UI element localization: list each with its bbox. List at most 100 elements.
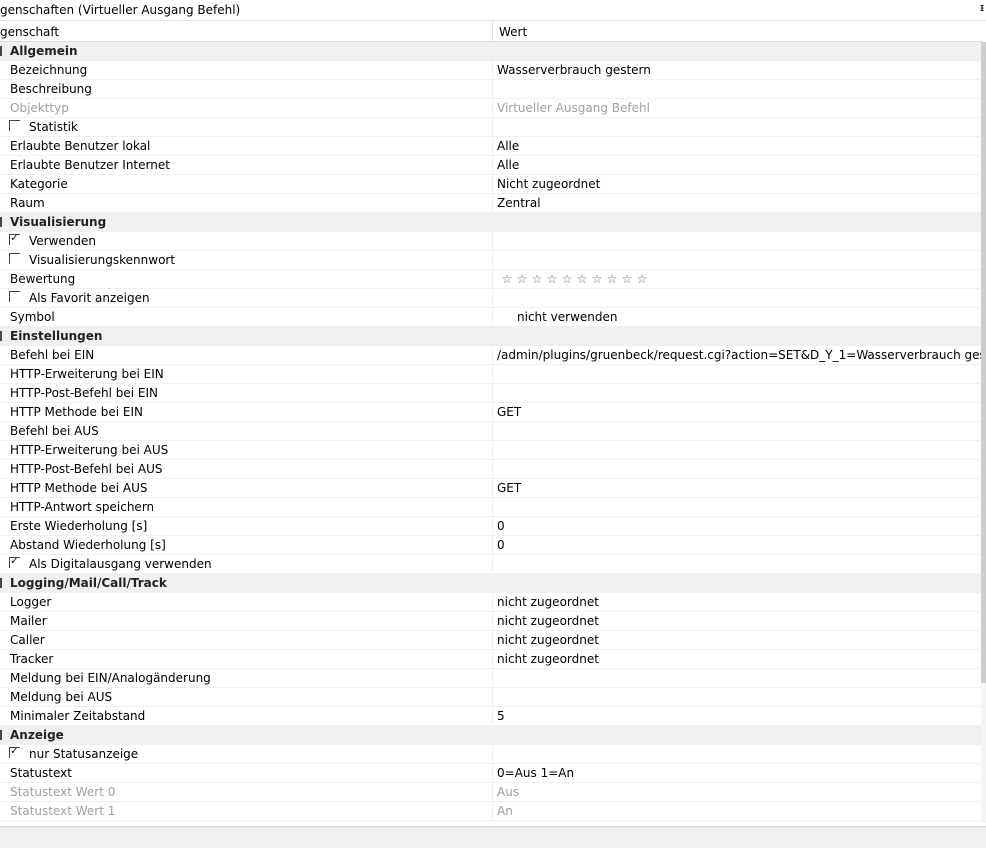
- star-icon[interactable]: ☆: [620, 271, 634, 287]
- property-value[interactable]: An: [497, 804, 513, 818]
- property-row[interactable]: HTTP Methode bei AUS GET: [0, 479, 981, 498]
- property-value[interactable]: nicht zugeordnet: [497, 633, 599, 647]
- property-row[interactable]: Tracker nicht zugeordnet: [0, 650, 981, 669]
- property-row[interactable]: Objekttyp Virtueller Ausgang Befehl: [0, 99, 981, 118]
- property-row[interactable]: Befehl bei EIN/admin/plugins/gruenbeck/r…: [0, 346, 986, 365]
- star-icon[interactable]: ☆: [575, 271, 589, 287]
- category-label: Allgemein: [10, 44, 78, 58]
- checkbox[interactable]: ✓: [9, 554, 20, 568]
- property-name: Erlaubte Benutzer lokal: [10, 139, 151, 153]
- property-name: Raum: [10, 196, 45, 210]
- property-value[interactable]: 0=Aus 1=An: [497, 766, 574, 780]
- property-row[interactable]: Kategorie Nicht zugeordnet: [0, 175, 981, 194]
- property-value[interactable]: Nicht zugeordnet: [497, 177, 600, 191]
- property-row[interactable]: Raum Zentral: [0, 194, 981, 213]
- property-row[interactable]: HTTP-Erweiterung bei EIN: [0, 365, 981, 384]
- property-row[interactable]: Statustext Wert 1 An: [0, 802, 981, 821]
- checkbox[interactable]: [9, 120, 20, 131]
- property-row[interactable]: Beschreibung: [0, 80, 981, 99]
- collapse-toggle-icon[interactable]: [0, 730, 2, 740]
- property-row[interactable]: Symbol nicht verwenden: [0, 308, 981, 327]
- property-value[interactable]: 0: [497, 519, 505, 533]
- property-row[interactable]: ✓ Verwenden: [0, 231, 981, 251]
- property-value[interactable]: nicht zugeordnet: [497, 652, 599, 666]
- column-header-value[interactable]: Wert: [499, 25, 527, 39]
- column-header-property[interactable]: genschaft: [0, 25, 59, 39]
- property-value[interactable]: nicht verwenden: [517, 310, 618, 324]
- star-icon[interactable]: ☆: [605, 271, 619, 287]
- property-name: Caller: [10, 633, 45, 647]
- category-row[interactable]: Visualisierung: [0, 213, 981, 232]
- collapse-toggle-icon[interactable]: [0, 217, 2, 227]
- property-row[interactable]: Statistik: [0, 118, 981, 137]
- property-row[interactable]: Bezeichnung Wasserverbrauch gestern: [0, 61, 981, 80]
- checkbox[interactable]: [9, 291, 20, 302]
- column-separator[interactable]: [492, 21, 493, 41]
- collapse-toggle-icon[interactable]: [0, 578, 2, 588]
- property-value[interactable]: nicht zugeordnet: [497, 595, 599, 609]
- category-row[interactable]: Anzeige: [0, 726, 981, 745]
- property-row[interactable]: Abstand Wiederholung [s] 0: [0, 536, 981, 555]
- column-divider: [492, 612, 493, 631]
- property-value[interactable]: GET: [497, 405, 521, 419]
- property-name: Bezeichnung: [10, 63, 88, 77]
- property-row[interactable]: Erlaubte Benutzer Internet Alle: [0, 156, 981, 175]
- property-value[interactable]: nicht zugeordnet: [497, 614, 599, 628]
- star-icon[interactable]: ☆: [560, 271, 574, 287]
- star-icon[interactable]: ☆: [500, 271, 514, 287]
- collapse-toggle-icon[interactable]: [0, 46, 2, 56]
- checkbox[interactable]: ✓: [9, 744, 20, 758]
- property-row[interactable]: Erste Wiederholung [s] 0: [0, 517, 981, 536]
- rating-stars[interactable]: ☆ ☆ ☆ ☆ ☆ ☆ ☆ ☆ ☆ ☆: [500, 271, 649, 287]
- category-row[interactable]: Allgemein: [0, 42, 981, 61]
- property-name: Kategorie: [10, 177, 68, 191]
- star-icon[interactable]: ☆: [515, 271, 529, 287]
- category-row[interactable]: Logging/Mail/Call/Track: [0, 574, 981, 593]
- pin-icon[interactable]: ᵻ: [980, 2, 986, 14]
- property-row[interactable]: Meldung bei EIN/Analogänderung: [0, 669, 981, 688]
- property-row[interactable]: HTTP Methode bei EIN GET: [0, 403, 981, 422]
- property-row[interactable]: HTTP-Erweiterung bei AUS: [0, 441, 981, 460]
- property-value[interactable]: GET: [497, 481, 521, 495]
- category-row[interactable]: Einstellungen: [0, 327, 981, 346]
- property-row[interactable]: Bewertung ☆ ☆ ☆ ☆ ☆ ☆ ☆ ☆ ☆ ☆: [0, 270, 981, 289]
- property-value[interactable]: Virtueller Ausgang Befehl: [497, 101, 650, 115]
- property-row[interactable]: ✓ Als Digitalausgang verwenden: [0, 554, 981, 574]
- property-row[interactable]: ✓ nur Statusanzeige: [0, 744, 981, 764]
- star-icon[interactable]: ☆: [635, 271, 649, 287]
- star-icon[interactable]: ☆: [545, 271, 559, 287]
- column-divider: [492, 517, 493, 536]
- star-icon[interactable]: ☆: [530, 271, 544, 287]
- property-row[interactable]: Statustext 0=Aus 1=An: [0, 764, 981, 783]
- property-value[interactable]: Wasserverbrauch gestern: [497, 63, 651, 77]
- checkbox[interactable]: [9, 253, 20, 264]
- property-value[interactable]: 5: [497, 709, 505, 723]
- checkbox[interactable]: ✓: [9, 231, 20, 245]
- bottom-panel: [0, 826, 986, 848]
- property-row[interactable]: Caller nicht zugeordnet: [0, 631, 981, 650]
- property-value[interactable]: Aus: [497, 785, 519, 799]
- property-row[interactable]: HTTP-Post-Befehl bei AUS: [0, 460, 981, 479]
- property-row[interactable]: Meldung bei AUS: [0, 688, 981, 707]
- scrollbar-thumb[interactable]: [981, 42, 986, 683]
- property-row[interactable]: HTTP-Antwort speichern: [0, 498, 981, 517]
- property-row[interactable]: Visualisierungskennwort: [0, 251, 981, 270]
- property-row[interactable]: Erlaubte Benutzer lokal Alle: [0, 137, 981, 156]
- property-row[interactable]: Als Favorit anzeigen: [0, 289, 981, 308]
- property-row[interactable]: Minimaler Zeitabstand 5: [0, 707, 981, 726]
- star-icon[interactable]: ☆: [590, 271, 604, 287]
- collapse-toggle-icon[interactable]: [0, 331, 2, 341]
- property-value[interactable]: Zentral: [497, 196, 541, 210]
- property-value[interactable]: Alle: [497, 139, 519, 153]
- property-row[interactable]: Logger nicht zugeordnet: [0, 593, 981, 612]
- property-row[interactable]: Mailer nicht zugeordnet: [0, 612, 981, 631]
- property-value[interactable]: /admin/plugins/gruenbeck/request.cgi?act…: [497, 348, 986, 362]
- property-row[interactable]: Statustext Wert 0 Aus: [0, 783, 981, 802]
- column-divider: [492, 536, 493, 555]
- property-value[interactable]: 0: [497, 538, 505, 552]
- scrollbar-track[interactable]: [981, 683, 986, 823]
- property-row[interactable]: Befehl bei AUS: [0, 422, 981, 441]
- column-divider: [492, 669, 493, 688]
- property-row[interactable]: HTTP-Post-Befehl bei EIN: [0, 384, 981, 403]
- property-value[interactable]: Alle: [497, 158, 519, 172]
